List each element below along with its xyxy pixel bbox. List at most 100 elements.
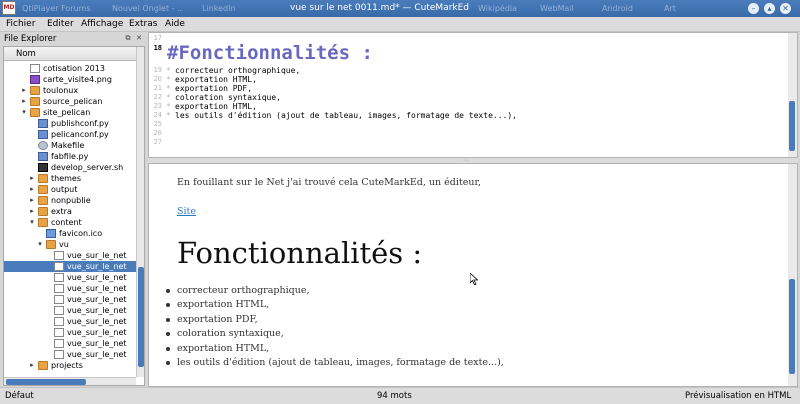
tree-file-item[interactable]: vue_sur_le_net bbox=[4, 305, 136, 316]
tree-item-label: themes bbox=[51, 174, 82, 183]
tree-vertical-scrollbar[interactable] bbox=[136, 47, 144, 377]
file-img-icon bbox=[30, 75, 40, 84]
preview-list-item: les outils d'édition (ajout de tableau, … bbox=[177, 357, 504, 368]
tree-horizontal-scroll-thumb[interactable] bbox=[6, 379, 86, 385]
tree-file-item[interactable]: vue_sur_le_net bbox=[4, 250, 136, 261]
tree-file-item[interactable]: vue_sur_le_net bbox=[4, 261, 136, 272]
tree-item-label: content bbox=[51, 218, 82, 227]
tree-file-item[interactable]: pelicanconf.py bbox=[4, 129, 136, 140]
editor-scroll-thumb[interactable] bbox=[789, 101, 795, 151]
tree-folder-item[interactable]: ▸ nonpublie bbox=[4, 195, 136, 206]
html-preview[interactable]: En fouillant sur le Net j'ai trouvé cela… bbox=[148, 163, 798, 387]
markdown-bullet-line[interactable]: * exportation HTML, bbox=[166, 102, 257, 111]
tree-item-label: Makefile bbox=[51, 141, 85, 150]
tree-file-item[interactable]: vue_sur_le_net bbox=[4, 283, 136, 294]
bullet-marker: * bbox=[166, 66, 171, 75]
markdown-editor[interactable]: 17 18 19 20 21 22 23 24 25 26 27 #Fonctionnalités … bbox=[148, 32, 798, 158]
tree-item-label: source_pelican bbox=[43, 97, 103, 106]
maximize-icon[interactable]: ▴ bbox=[764, 3, 775, 14]
app-logo-icon[interactable]: MD bbox=[2, 1, 16, 15]
file-doc-icon bbox=[54, 295, 64, 304]
tree-file-item[interactable]: vue_sur_le_net bbox=[4, 272, 136, 283]
preview-site-link[interactable]: Site bbox=[177, 206, 196, 217]
tree-item-label: fabfile.py bbox=[51, 152, 89, 161]
collapse-arrow-icon[interactable]: ▾ bbox=[36, 239, 44, 250]
status-preview-mode[interactable]: Prévisualisation en HTML bbox=[685, 388, 791, 404]
editor-vertical-scrollbar[interactable] bbox=[788, 33, 797, 157]
expand-arrow-icon[interactable]: ▸ bbox=[28, 173, 36, 184]
tree-file-item[interactable]: vue_sur_le_net bbox=[4, 338, 136, 349]
background-tab: Art bbox=[664, 4, 676, 13]
expand-arrow-icon[interactable]: ▸ bbox=[20, 85, 28, 96]
tree-file-item[interactable]: develop_server.sh bbox=[4, 162, 136, 173]
folder-icon bbox=[38, 196, 48, 205]
close-panel-icon[interactable]: ✕ bbox=[135, 34, 143, 42]
list-bullet-icon bbox=[166, 317, 170, 322]
tree-folder-item[interactable]: ▸ output bbox=[4, 184, 136, 195]
tree-folder-item[interactable]: ▸ source_pelican bbox=[4, 96, 136, 107]
preview-scroll-thumb[interactable] bbox=[789, 279, 795, 374]
tree-folder-item[interactable]: ▾ content bbox=[4, 217, 136, 228]
collapse-arrow-icon[interactable]: ▾ bbox=[20, 107, 28, 118]
tree-file-item[interactable]: carte_visite4.png bbox=[4, 74, 136, 85]
bullet-marker: * bbox=[166, 102, 171, 111]
list-bullet-icon bbox=[166, 303, 170, 308]
tree-item-label: vue_sur_le_net bbox=[67, 273, 127, 282]
close-icon[interactable]: ✕ bbox=[780, 3, 791, 14]
preview-list-item: exportation HTML, bbox=[177, 299, 270, 311]
markdown-bullet-line[interactable]: * coloration syntaxique, bbox=[166, 93, 281, 102]
file-doc-icon bbox=[54, 273, 64, 282]
list-bullet-icon bbox=[166, 332, 170, 337]
tree-item-label: vu bbox=[59, 240, 69, 249]
expand-arrow-icon[interactable]: ▸ bbox=[28, 195, 36, 206]
float-panel-icon[interactable]: ⧉ bbox=[124, 34, 132, 42]
file-tree[interactable]: Nom cotisation 2013 carte_visite4.png ▸ tou… bbox=[3, 46, 145, 386]
tree-item-label: vue_sur_le_net bbox=[67, 317, 127, 326]
file-doc-icon bbox=[54, 350, 64, 359]
expand-arrow-icon[interactable]: ▸ bbox=[28, 360, 36, 371]
tree-folder-item[interactable]: ▸ extra bbox=[4, 206, 136, 217]
expand-arrow-icon[interactable]: ▸ bbox=[28, 184, 36, 195]
tree-file-item[interactable]: publishconf.py bbox=[4, 118, 136, 129]
tree-folder-item[interactable]: ▾ vu bbox=[4, 239, 136, 250]
tree-horizontal-scrollbar[interactable] bbox=[4, 377, 136, 385]
tree-file-item[interactable]: vue_sur_le_net bbox=[4, 316, 136, 327]
markdown-bullet-line[interactable]: * correcteur orthographique, bbox=[166, 66, 300, 75]
folder-icon bbox=[38, 207, 48, 216]
markdown-bullet-line[interactable]: * exportation HTML, bbox=[166, 75, 257, 84]
menu-editer[interactable]: Editer bbox=[47, 19, 74, 30]
tree-vertical-scroll-thumb[interactable] bbox=[138, 267, 144, 367]
minimize-icon[interactable]: – bbox=[748, 3, 759, 14]
title-bar[interactable]: MD QtiPlayer Forums Nouvel Onglet - .. Lin… bbox=[0, 0, 800, 17]
tree-folder-item[interactable]: ▸ toulonux bbox=[4, 85, 136, 96]
tree-file-item[interactable]: vue_sur_le_net bbox=[4, 294, 136, 305]
menu-extras[interactable]: Extras bbox=[129, 19, 157, 30]
tree-item-label: favicon.ico bbox=[59, 229, 103, 238]
tree-folder-item[interactable]: ▾ site_pelican bbox=[4, 107, 136, 118]
menu-aide[interactable]: Aide bbox=[165, 19, 185, 30]
tree-file-item[interactable]: fabfile.py bbox=[4, 151, 136, 162]
bullet-marker: * bbox=[166, 84, 171, 93]
markdown-heading-line[interactable]: #Fonctionnalités : bbox=[167, 42, 373, 64]
menu-affichage[interactable]: Affichage bbox=[81, 19, 123, 30]
markdown-bullet-line[interactable]: * les outils d'édition (ajout de tableau… bbox=[166, 111, 517, 120]
tree-file-item[interactable]: vue_sur_le_net bbox=[4, 327, 136, 338]
menu-fichier[interactable]: Fichier bbox=[6, 19, 35, 30]
code-text: coloration syntaxique, bbox=[175, 93, 281, 102]
collapse-arrow-icon[interactable]: ▾ bbox=[28, 217, 36, 228]
expand-arrow-icon[interactable]: ▸ bbox=[28, 206, 36, 217]
expand-arrow-icon[interactable]: ▸ bbox=[20, 96, 28, 107]
tree-file-item[interactable]: cotisation 2013 bbox=[4, 63, 136, 74]
tree-folder-item[interactable]: ▸ themes bbox=[4, 173, 136, 184]
tree-file-item[interactable]: vue_sur_le_net bbox=[4, 349, 136, 360]
markdown-bullet-line[interactable]: * exportation PDF, bbox=[166, 84, 252, 93]
column-header-name[interactable]: Nom bbox=[4, 47, 136, 61]
line-number: 25 bbox=[153, 120, 162, 128]
tree-file-item[interactable]: favicon.ico bbox=[4, 228, 136, 239]
tree-item-label: develop_server.sh bbox=[51, 163, 124, 172]
tree-file-item[interactable]: Makefile bbox=[4, 140, 136, 151]
tree-folder-item[interactable]: ▸ projects bbox=[4, 360, 136, 371]
code-text: #Fonctionnalités : bbox=[167, 42, 373, 64]
preview-vertical-scrollbar[interactable] bbox=[788, 164, 797, 386]
code-text: exportation HTML, bbox=[175, 102, 257, 111]
